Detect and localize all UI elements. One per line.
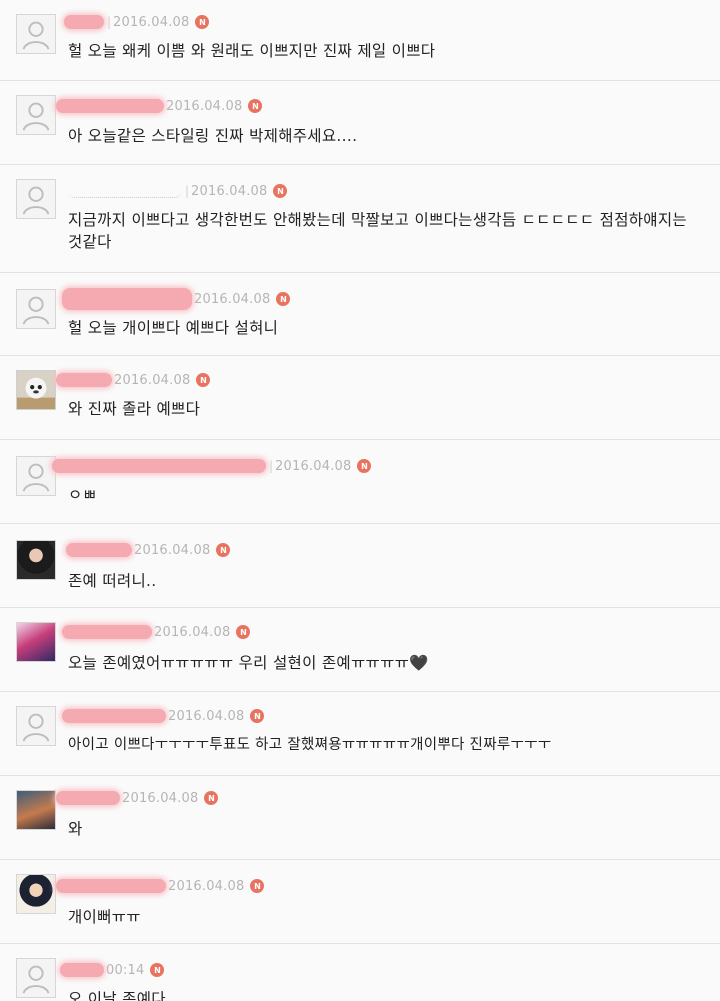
comment-list: | 2016.04.08 N 헐 오늘 왜케 이쁨 와 원래도 이쁘지만 진짜 … xyxy=(0,0,720,1001)
new-badge-icon: N xyxy=(273,184,288,198)
comment-date: 2016.04.08 xyxy=(191,183,268,199)
comment-text: 지금까지 이쁘다고 생각한번도 안해봤는데 막짤보고 이쁘다는생각듬 ㄷㄷㄷㄷㄷ… xyxy=(68,211,687,251)
new-badge-icon: N xyxy=(236,625,251,639)
comment-item: 2016.04.08 N 존예 떠려니.. xyxy=(0,524,720,608)
comment-meta: 2016.04.08 N xyxy=(56,876,265,896)
comment-text: 오늘 존예였어ㅠㅠㅠㅠㅠ 우리 설현이 존예ㅠㅠㅠㅠ🖤 xyxy=(68,654,429,672)
redacted-nickname xyxy=(62,709,166,723)
profile-photo[interactable] xyxy=(16,370,56,410)
new-badge-icon: N xyxy=(195,15,210,29)
comment-meta: | 2016.04.08 N xyxy=(64,12,210,32)
comment-text: 아이고 이쁘다ㅜㅜㅜㅜ투표도 하고 잘했쪄용ㅠㅠㅠㅠㅠ개이뿌다 진짜루ㅜㅜㅜ xyxy=(68,737,552,753)
profile-photo[interactable] xyxy=(16,622,56,662)
redacted-nickname xyxy=(56,99,164,113)
comment-item: | 2016.04.08 N ㅇㅃ xyxy=(0,440,720,524)
separator: | xyxy=(107,15,112,29)
default-avatar-icon[interactable] xyxy=(16,706,56,746)
comment-meta: 2016.04.08 N xyxy=(62,706,265,726)
redacted-nickname xyxy=(68,184,182,198)
redacted-nickname xyxy=(56,879,166,893)
comment-item: 2016.04.08 N 아이고 이쁘다ㅜㅜㅜㅜ투표도 하고 잘했쪄용ㅠㅠㅠㅠㅠ… xyxy=(0,692,720,776)
redacted-nickname xyxy=(64,15,104,29)
redacted-nickname xyxy=(66,543,132,557)
comment-text: 존예 떠려니.. xyxy=(68,572,157,590)
comment-meta: | 2016.04.08 N xyxy=(52,456,372,476)
separator: | xyxy=(185,184,190,198)
redacted-nickname xyxy=(56,373,112,387)
comment-date: 2016.04.08 xyxy=(166,98,243,114)
redacted-nickname xyxy=(56,791,120,805)
new-badge-icon: N xyxy=(196,373,211,387)
default-avatar-icon[interactable] xyxy=(16,456,56,496)
new-badge-icon: N xyxy=(357,459,372,473)
comment-date: 2016.04.08 xyxy=(122,790,199,806)
comment-date: 2016.04.08 xyxy=(134,542,211,558)
comment-item: 00:14 N 오 이날 존예다 xyxy=(0,944,720,1001)
comment-meta: 2016.04.08 N xyxy=(56,96,263,116)
new-badge-icon: N xyxy=(204,791,219,805)
comment-meta: 2016.04.08 N xyxy=(62,622,251,642)
comment-item: 2016.04.08 N 와 진짜 졸라 예쁘다 xyxy=(0,356,720,440)
redacted-nickname xyxy=(62,288,192,310)
profile-photo[interactable] xyxy=(16,540,56,580)
redacted-nickname xyxy=(62,625,152,639)
comment-text: 오 이날 존예다 xyxy=(68,990,166,1001)
default-avatar-icon[interactable] xyxy=(16,95,56,135)
comment-date: 2016.04.08 xyxy=(113,14,190,30)
comment-date: 2016.04.08 xyxy=(168,708,245,724)
new-badge-icon: N xyxy=(248,99,263,113)
comment-text: 와 xyxy=(68,820,83,838)
comment-date: 2016.04.08 xyxy=(154,624,231,640)
default-avatar-icon[interactable] xyxy=(16,289,56,329)
default-avatar-icon[interactable] xyxy=(16,179,56,219)
default-avatar-icon[interactable] xyxy=(16,958,56,998)
comment-meta: 2016.04.08 N xyxy=(66,540,231,560)
comment-meta: 2016.04.08 N xyxy=(56,788,219,808)
profile-photo[interactable] xyxy=(16,790,56,830)
comment-date: 00:14 xyxy=(106,962,145,978)
comment-date: 2016.04.08 xyxy=(114,372,191,388)
comment-meta: 00:14 N xyxy=(60,960,165,980)
separator: | xyxy=(269,459,274,473)
new-badge-icon: N xyxy=(250,709,265,723)
comment-text: 와 진짜 졸라 예쁘다 xyxy=(68,400,201,418)
default-avatar-icon[interactable] xyxy=(16,14,56,54)
new-badge-icon: N xyxy=(150,963,165,977)
comment-text: 아 오늘같은 스타일링 진짜 박제해주세요.... xyxy=(68,127,358,145)
comment-item: | 2016.04.08 N 헐 오늘 왜케 이쁨 와 원래도 이쁘지만 진짜 … xyxy=(0,0,720,81)
comment-item: 2016.04.08 N 헐 오늘 개이쁘다 예쁘다 설혀니 xyxy=(0,273,720,356)
comment-item: | 2016.04.08 N 지금까지 이쁘다고 생각한번도 안해봤는데 막짤보… xyxy=(0,165,720,273)
profile-photo[interactable] xyxy=(16,874,56,914)
comment-item: 2016.04.08 N 오늘 존예였어ㅠㅠㅠㅠㅠ 우리 설현이 존예ㅠㅠㅠㅠ🖤 xyxy=(0,608,720,692)
comment-meta: | 2016.04.08 N xyxy=(68,181,288,201)
comment-item: 2016.04.08 N 아 오늘같은 스타일링 진짜 박제해주세요.... xyxy=(0,81,720,165)
comment-meta: 2016.04.08 N xyxy=(56,370,211,390)
comment-meta: 2016.04.08 N xyxy=(62,288,291,310)
new-badge-icon: N xyxy=(250,879,265,893)
comment-text: 개이뻐ㅠㅠ xyxy=(68,908,141,926)
comment-text: ㅇㅃ xyxy=(68,486,98,504)
comment-date: 2016.04.08 xyxy=(168,878,245,894)
comment-item: 2016.04.08 N 와 xyxy=(0,776,720,860)
comment-text: 헐 오늘 왜케 이쁨 와 원래도 이쁘지만 진짜 제일 이쁘다 xyxy=(68,42,436,60)
comment-date: 2016.04.08 xyxy=(275,458,352,474)
comment-text: 헐 오늘 개이쁘다 예쁘다 설혀니 xyxy=(68,319,279,337)
redacted-nickname xyxy=(52,459,266,473)
new-badge-icon: N xyxy=(216,543,231,557)
comment-date: 2016.04.08 xyxy=(194,291,271,307)
comment-item: 2016.04.08 N 개이뻐ㅠㅠ xyxy=(0,860,720,944)
new-badge-icon: N xyxy=(276,292,291,306)
redacted-nickname xyxy=(60,963,104,977)
